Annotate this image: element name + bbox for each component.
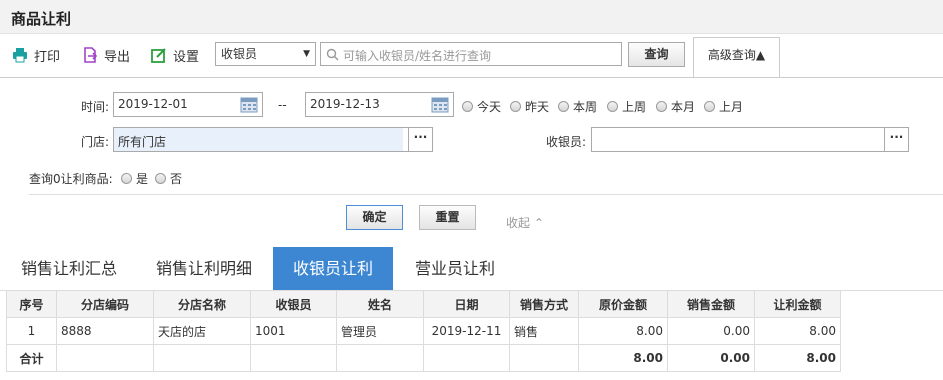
range-last-week-radio[interactable]: 上周 xyxy=(607,98,646,115)
store-more-button[interactable]: ··· xyxy=(408,128,432,151)
query-button[interactable]: 查询 xyxy=(628,42,685,67)
range-this-week-radio[interactable]: 本周 xyxy=(558,98,597,115)
cell: 销售 xyxy=(509,317,579,345)
cell xyxy=(336,344,424,372)
total-label: 合计 xyxy=(6,344,57,372)
export-label: 导出 xyxy=(104,49,131,65)
cell: 1001 xyxy=(250,317,337,345)
range-label: 本月 xyxy=(671,100,696,114)
tab-sales-discount-summary[interactable]: 销售让利汇总 xyxy=(8,247,130,291)
edit-icon xyxy=(151,48,166,63)
column-header[interactable]: 收银员 xyxy=(250,290,337,318)
total-original-amount: 8.00 xyxy=(578,344,668,372)
cell: 管理员 xyxy=(336,317,424,345)
range-label: 上周 xyxy=(622,100,647,114)
search-input[interactable]: 可输入收银员/姓名进行查询 xyxy=(320,42,622,66)
settings-button[interactable]: 设置 xyxy=(151,45,199,65)
date-from-value: 2019-12-01 xyxy=(118,97,188,111)
column-header[interactable]: 分店名称 xyxy=(153,290,251,318)
cell xyxy=(509,344,579,372)
date-to-value: 2019-12-13 xyxy=(310,97,380,111)
yes-label: 是 xyxy=(136,172,149,186)
table-total-row: 合计 8.00 0.00 8.00 xyxy=(6,344,841,372)
range-label: 上月 xyxy=(719,100,744,114)
settings-label: 设置 xyxy=(173,49,200,65)
export-icon xyxy=(84,47,98,63)
date-separator: -- xyxy=(278,98,287,112)
print-button[interactable]: 打印 xyxy=(12,45,60,65)
tab-sales-discount-detail[interactable]: 销售让利明细 xyxy=(143,247,265,291)
collapse-link[interactable]: 收起 ⌃ xyxy=(506,214,544,231)
range-label: 本周 xyxy=(573,100,598,114)
store-input[interactable]: 所有门店 ··· xyxy=(113,127,433,152)
zero-no-radio[interactable]: 否 xyxy=(155,170,182,187)
printer-icon xyxy=(13,48,27,63)
total-discount-amount: 8.00 xyxy=(754,344,841,372)
column-header[interactable]: 销售方式 xyxy=(509,290,579,318)
page-title: 商品让利 xyxy=(11,10,72,28)
zero-yes-radio[interactable]: 是 xyxy=(121,170,148,187)
column-header[interactable]: 销售金额 xyxy=(667,290,755,318)
total-sales-amount: 0.00 xyxy=(667,344,755,372)
range-label: 昨天 xyxy=(525,100,550,114)
cell: 8888 xyxy=(56,317,154,345)
column-header[interactable]: 让利金额 xyxy=(754,290,841,318)
date-to-input[interactable]: 2019-12-13 xyxy=(305,92,454,117)
time-label: 时间: xyxy=(81,100,110,114)
range-yesterday-radio[interactable]: 昨天 xyxy=(510,98,549,115)
column-header[interactable]: 序号 xyxy=(6,290,57,318)
filter-divider xyxy=(29,194,943,195)
calendar-icon[interactable] xyxy=(431,96,449,113)
cell xyxy=(153,344,251,372)
calendar-icon[interactable] xyxy=(240,96,258,113)
column-header[interactable]: 日期 xyxy=(423,290,510,318)
range-last-month-radio[interactable]: 上月 xyxy=(704,98,743,115)
cell xyxy=(250,344,337,372)
store-label: 门店: xyxy=(81,135,110,149)
print-label: 打印 xyxy=(34,49,61,65)
cell: 0.00 xyxy=(667,317,755,345)
search-placeholder: 可输入收银员/姓名进行查询 xyxy=(343,49,492,63)
discount-table: 序号 分店编码 分店名称 收银员 姓名 日期 销售方式 原价金额 销售金额 让利… xyxy=(6,290,841,372)
export-button[interactable]: 导出 xyxy=(82,45,130,65)
dropdown-arrow-icon: ▼ xyxy=(303,49,310,59)
column-header[interactable]: 分店编码 xyxy=(56,290,154,318)
tab-cashier-discount[interactable]: 收银员让利 xyxy=(273,247,393,291)
column-header[interactable]: 原价金额 xyxy=(578,290,668,318)
panel-border xyxy=(0,77,943,78)
date-from-input[interactable]: 2019-12-01 xyxy=(113,92,263,117)
range-label: 今天 xyxy=(477,100,502,114)
cell: 1 xyxy=(6,317,57,345)
range-today-radio[interactable]: 今天 xyxy=(462,98,501,115)
table-row[interactable]: 1 8888 天店的店 1001 管理员 2019-12-11 销售 8.00 … xyxy=(6,317,841,345)
advanced-query-toggle[interactable]: 高级查询▲ xyxy=(693,37,780,78)
cell xyxy=(56,344,154,372)
cell: 天店的店 xyxy=(153,317,251,345)
cell: 8.00 xyxy=(754,317,841,345)
query-field-select[interactable]: 收银员 ▼ xyxy=(215,42,316,66)
table-header-row: 序号 分店编码 分店名称 收银员 姓名 日期 销售方式 原价金额 销售金额 让利… xyxy=(6,290,841,318)
search-icon xyxy=(326,48,339,61)
no-label: 否 xyxy=(170,172,183,186)
cashier-label: 收银员: xyxy=(546,135,587,149)
zero-discount-label: 查询0让利商品: xyxy=(29,172,113,186)
cashier-input[interactable]: ··· xyxy=(591,127,909,152)
tab-salesperson-discount[interactable]: 营业员让利 xyxy=(401,247,509,291)
cell: 8.00 xyxy=(578,317,668,345)
confirm-button[interactable]: 确定 xyxy=(346,205,403,230)
cell xyxy=(423,344,510,372)
range-this-month-radio[interactable]: 本月 xyxy=(656,98,695,115)
query-field-value: 收银员 xyxy=(221,47,258,61)
title-bar: 商品让利 xyxy=(0,0,943,34)
cashier-more-button[interactable]: ··· xyxy=(884,128,908,151)
report-tabs: 销售让利汇总 销售让利明细 收银员让利 营业员让利 xyxy=(0,247,943,291)
cell: 2019-12-11 xyxy=(423,317,510,345)
reset-button[interactable]: 重置 xyxy=(419,205,476,230)
column-header[interactable]: 姓名 xyxy=(336,290,424,318)
store-value: 所有门店 xyxy=(118,135,167,149)
